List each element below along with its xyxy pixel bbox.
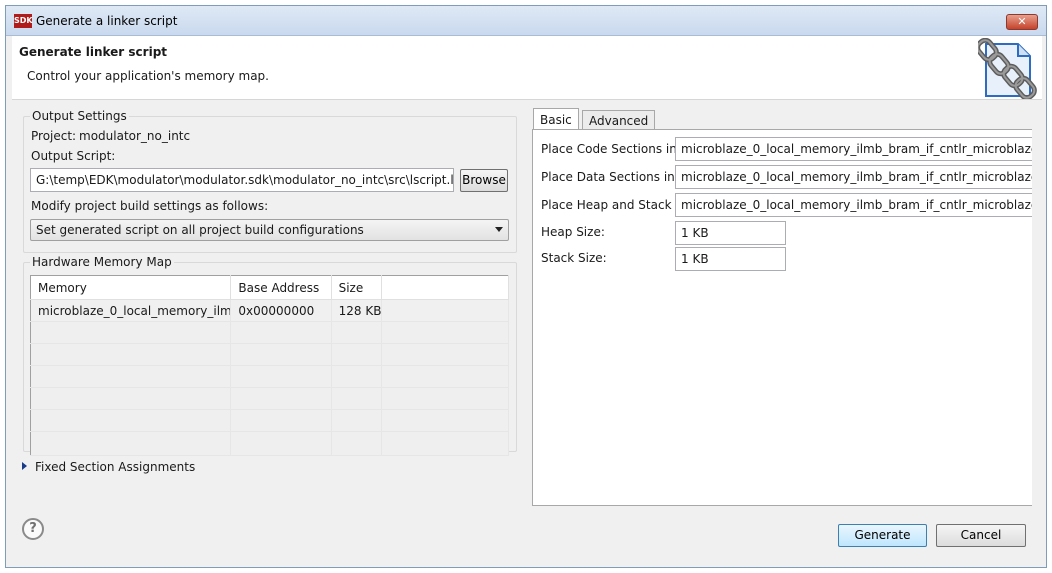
table-row-empty bbox=[30, 365, 510, 388]
table-row-empty bbox=[30, 431, 510, 456]
output-script-label: Output Script: bbox=[31, 149, 116, 163]
memory-cell: microblaze_0_local_memory_ilmb... bbox=[30, 299, 232, 322]
table-row-empty bbox=[30, 387, 510, 410]
output-script-field[interactable]: G:\temp\EDK\modulator\modulator.sdk\modu… bbox=[30, 168, 454, 192]
table-row-empty bbox=[30, 321, 510, 344]
base-address-cell: 0x00000000 bbox=[230, 299, 332, 322]
project-value: modulator_no_intc bbox=[79, 129, 191, 143]
page-title: Generate linker script bbox=[19, 45, 168, 59]
tab-advanced[interactable]: Advanced bbox=[582, 110, 656, 130]
table-row-empty bbox=[30, 409, 510, 432]
column-header-size[interactable]: Size bbox=[331, 275, 382, 300]
output-settings-legend: Output Settings bbox=[30, 109, 129, 123]
heap-stack-label: Place Heap and Stack in: bbox=[541, 198, 691, 212]
column-header-empty bbox=[381, 275, 510, 300]
stack-size-field[interactable]: 1 KB bbox=[675, 247, 786, 271]
title-bar: SDK Generate a linker script ✕ bbox=[6, 6, 1046, 36]
generate-button[interactable]: Generate bbox=[838, 524, 927, 547]
column-header-memory[interactable]: Memory bbox=[30, 275, 232, 300]
window-title: Generate a linker script bbox=[36, 14, 178, 28]
fixed-section-label: Fixed Section Assignments bbox=[35, 460, 196, 474]
page-subtitle: Control your application's memory map. bbox=[27, 69, 269, 83]
stack-size-label: Stack Size: bbox=[541, 251, 607, 265]
build-settings-select[interactable]: Set generated script on all project buil… bbox=[30, 219, 509, 241]
tab-basic[interactable]: Basic bbox=[533, 108, 579, 130]
memory-map-legend: Hardware Memory Map bbox=[30, 255, 174, 269]
heap-stack-field[interactable]: microblaze_0_local_memory_ilmb_bram_if_c… bbox=[675, 193, 1032, 217]
heap-size-field[interactable]: 1 KB bbox=[675, 221, 786, 245]
browse-button[interactable]: Browse bbox=[460, 169, 508, 192]
size-cell: 128 KB bbox=[331, 299, 382, 322]
modify-settings-label: Modify project build settings as follows… bbox=[31, 199, 269, 213]
empty-cell bbox=[381, 299, 510, 322]
column-header-base-address[interactable]: Base Address bbox=[230, 275, 332, 300]
heap-size-label: Heap Size: bbox=[541, 225, 605, 239]
close-button[interactable]: ✕ bbox=[1006, 14, 1038, 30]
help-icon[interactable]: ? bbox=[22, 518, 44, 540]
build-settings-selected: Set generated script on all project buil… bbox=[36, 223, 364, 237]
table-row[interactable]: microblaze_0_local_memory_ilmb... 0x0000… bbox=[30, 299, 510, 322]
table-header-row: Memory Base Address Size bbox=[30, 275, 510, 300]
table-row-empty bbox=[30, 343, 510, 366]
cancel-button[interactable]: Cancel bbox=[936, 524, 1026, 547]
chevron-down-icon bbox=[495, 227, 503, 232]
data-sections-label: Place Data Sections in: bbox=[541, 170, 679, 184]
header-divider bbox=[12, 99, 1042, 100]
memory-map-table: Memory Base Address Size microblaze_0_lo… bbox=[30, 275, 510, 456]
wizard-header: Generate linker script Control your appl… bbox=[12, 36, 1042, 100]
expand-triangle-icon bbox=[22, 462, 27, 470]
chain-document-icon bbox=[978, 38, 1037, 100]
project-label: Project: bbox=[31, 129, 77, 143]
fixed-section-toggle[interactable]: Fixed Section Assignments bbox=[22, 460, 195, 474]
code-sections-field[interactable]: microblaze_0_local_memory_ilmb_bram_if_c… bbox=[675, 137, 1032, 161]
code-sections-label: Place Code Sections in: bbox=[541, 142, 681, 156]
data-sections-field[interactable]: microblaze_0_local_memory_ilmb_bram_if_c… bbox=[675, 165, 1032, 189]
sdk-app-icon: SDK bbox=[14, 14, 33, 28]
